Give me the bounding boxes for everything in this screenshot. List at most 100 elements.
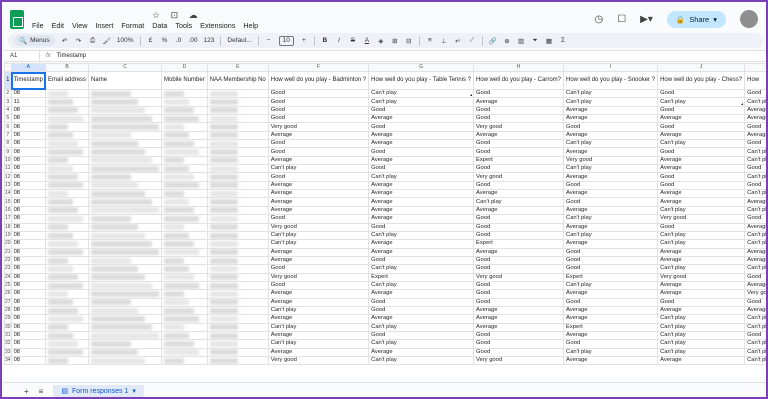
redacted-cell[interactable]: [161, 205, 208, 216]
response-cell[interactable]: Good: [563, 297, 659, 307]
timestamp-cell[interactable]: 08: [10, 247, 47, 257]
response-cell[interactable]: Average: [563, 114, 659, 124]
redacted-cell[interactable]: [45, 164, 90, 174]
response-cell[interactable]: Average: [472, 322, 565, 332]
header-cell[interactable]: Timestamp: [10, 71, 47, 90]
redacted-cell[interactable]: [206, 189, 269, 199]
row-header[interactable]: 30: [4, 322, 12, 332]
add-sheet-icon[interactable]: +: [24, 387, 29, 396]
meet-icon[interactable]: ▶▾: [640, 14, 653, 25]
redacted-cell[interactable]: [88, 214, 163, 224]
response-cell[interactable]: Can't play: [563, 164, 659, 174]
response-cell[interactable]: Good: [744, 297, 766, 307]
response-cell[interactable]: Can't play: [657, 230, 746, 241]
response-cell[interactable]: Good: [267, 172, 370, 182]
response-cell[interactable]: Can't play: [563, 230, 659, 241]
response-cell[interactable]: Good: [472, 330, 565, 341]
redacted-cell[interactable]: [161, 272, 208, 282]
response-cell[interactable]: Can't play: [368, 172, 474, 182]
redacted-cell[interactable]: [88, 155, 163, 166]
header-cell[interactable]: Email address: [45, 71, 90, 90]
response-cell[interactable]: Average: [563, 222, 659, 232]
redacted-cell[interactable]: [45, 314, 90, 324]
response-cell[interactable]: Very go: [744, 289, 766, 299]
redacted-cell[interactable]: [45, 114, 90, 124]
row-header[interactable]: 15: [4, 197, 12, 207]
redacted-cell[interactable]: [206, 114, 269, 124]
response-cell[interactable]: Good: [657, 180, 746, 191]
response-cell[interactable]: Can't play: [368, 339, 474, 349]
response-cell[interactable]: Very good: [267, 222, 370, 232]
response-cell[interactable]: Good: [267, 88, 370, 99]
response-cell[interactable]: Good: [267, 105, 370, 116]
number-format-button[interactable]: 123: [204, 35, 215, 46]
redacted-cell[interactable]: [206, 222, 269, 232]
response-cell[interactable]: Very good: [657, 272, 746, 282]
response-cell[interactable]: Good: [472, 289, 565, 299]
timestamp-cell[interactable]: 11: [10, 97, 47, 107]
response-cell[interactable]: Average: [657, 247, 746, 257]
response-cell[interactable]: Very good: [472, 272, 565, 282]
text-rotation-icon[interactable]: ⟋: [468, 35, 476, 46]
response-cell[interactable]: Good: [472, 230, 565, 241]
redacted-cell[interactable]: [161, 305, 208, 316]
response-cell[interactable]: Can't play: [563, 280, 659, 291]
vertical-align-icon[interactable]: ⊥: [440, 35, 448, 46]
response-cell[interactable]: Average: [267, 205, 370, 216]
comment-icon[interactable]: ☐: [617, 14, 626, 25]
bold-icon[interactable]: B: [321, 35, 329, 46]
comment-add-icon[interactable]: ⊕: [503, 35, 511, 46]
response-cell[interactable]: Average: [744, 105, 766, 116]
redacted-cell[interactable]: [161, 247, 208, 257]
response-cell[interactable]: Good: [368, 122, 474, 132]
timestamp-cell[interactable]: 08: [10, 105, 47, 116]
response-cell[interactable]: Good: [563, 247, 659, 257]
redacted-cell[interactable]: [88, 122, 163, 132]
response-cell[interactable]: Average: [368, 205, 474, 216]
timestamp-cell[interactable]: 08: [10, 214, 47, 224]
redacted-cell[interactable]: [206, 88, 269, 99]
timestamp-cell[interactable]: 08: [10, 230, 47, 241]
timestamp-cell[interactable]: 08: [10, 197, 47, 207]
response-cell[interactable]: Can't pla: [744, 339, 766, 349]
response-cell[interactable]: Average: [657, 164, 746, 174]
response-cell[interactable]: Can't play: [267, 239, 370, 249]
row-header[interactable]: 19: [4, 230, 12, 241]
response-cell[interactable]: Average: [267, 180, 370, 191]
font-size-plus-icon[interactable]: +: [300, 35, 308, 46]
menu-file[interactable]: File: [32, 21, 44, 30]
response-cell[interactable]: Average: [744, 305, 766, 316]
response-cell[interactable]: Can't pla: [744, 155, 766, 166]
redacted-cell[interactable]: [206, 239, 269, 249]
response-cell[interactable]: Average: [267, 347, 370, 358]
redacted-cell[interactable]: [206, 214, 269, 224]
redacted-cell[interactable]: [161, 355, 208, 366]
redacted-cell[interactable]: [88, 147, 163, 157]
redacted-cell[interactable]: [88, 272, 163, 282]
font-select[interactable]: Defaul...: [227, 35, 251, 46]
response-cell[interactable]: Good: [563, 122, 659, 132]
redacted-cell[interactable]: [206, 139, 269, 149]
response-cell[interactable]: Good: [267, 114, 370, 124]
response-cell[interactable]: Good: [744, 180, 766, 191]
redacted-cell[interactable]: [88, 180, 163, 191]
response-cell[interactable]: Good: [472, 297, 565, 307]
chart-icon[interactable]: ▥: [517, 35, 525, 46]
response-cell[interactable]: Average: [472, 314, 565, 324]
redacted-cell[interactable]: [45, 230, 90, 241]
redacted-cell[interactable]: [206, 230, 269, 241]
response-cell[interactable]: Average: [368, 180, 474, 191]
response-cell[interactable]: Average: [267, 247, 370, 257]
redacted-cell[interactable]: [161, 130, 208, 141]
response-cell[interactable]: Can't play: [657, 330, 746, 341]
redacted-cell[interactable]: [45, 280, 90, 291]
redacted-cell[interactable]: [206, 205, 269, 216]
strikethrough-icon[interactable]: S: [349, 35, 357, 46]
row-header[interactable]: 25: [4, 280, 12, 291]
response-cell[interactable]: Good: [472, 180, 565, 191]
response-cell[interactable]: Can't pla: [744, 322, 766, 332]
response-cell[interactable]: Can't play: [744, 97, 766, 107]
response-cell[interactable]: Good: [744, 330, 766, 341]
redacted-cell[interactable]: [206, 130, 269, 141]
header-cell[interactable]: How well do you play - Snooker ?: [563, 71, 659, 90]
